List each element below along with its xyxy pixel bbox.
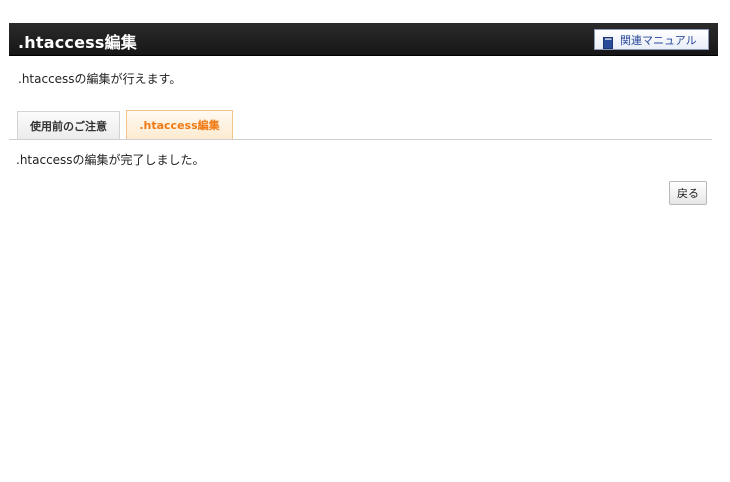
related-manual-label: 関連マニュアル [620,33,697,47]
page-title: .htaccess編集 [18,33,137,52]
page-header: .htaccess編集 関連マニュアル [9,23,718,56]
status-message: .htaccessの編集が完了しました。 [16,153,205,167]
back-button[interactable]: 戻る [669,181,707,205]
tab-usage-notice[interactable]: 使用前のご注意 [17,111,120,139]
tab-bar: 使用前のご注意 .htaccess編集 [17,110,239,139]
tab-divider [9,139,712,140]
book-icon [603,34,613,49]
tab-htaccess-edit[interactable]: .htaccess編集 [126,110,233,139]
related-manual-button[interactable]: 関連マニュアル [594,29,709,50]
page-description: .htaccessの編集が行えます。 [18,72,182,86]
